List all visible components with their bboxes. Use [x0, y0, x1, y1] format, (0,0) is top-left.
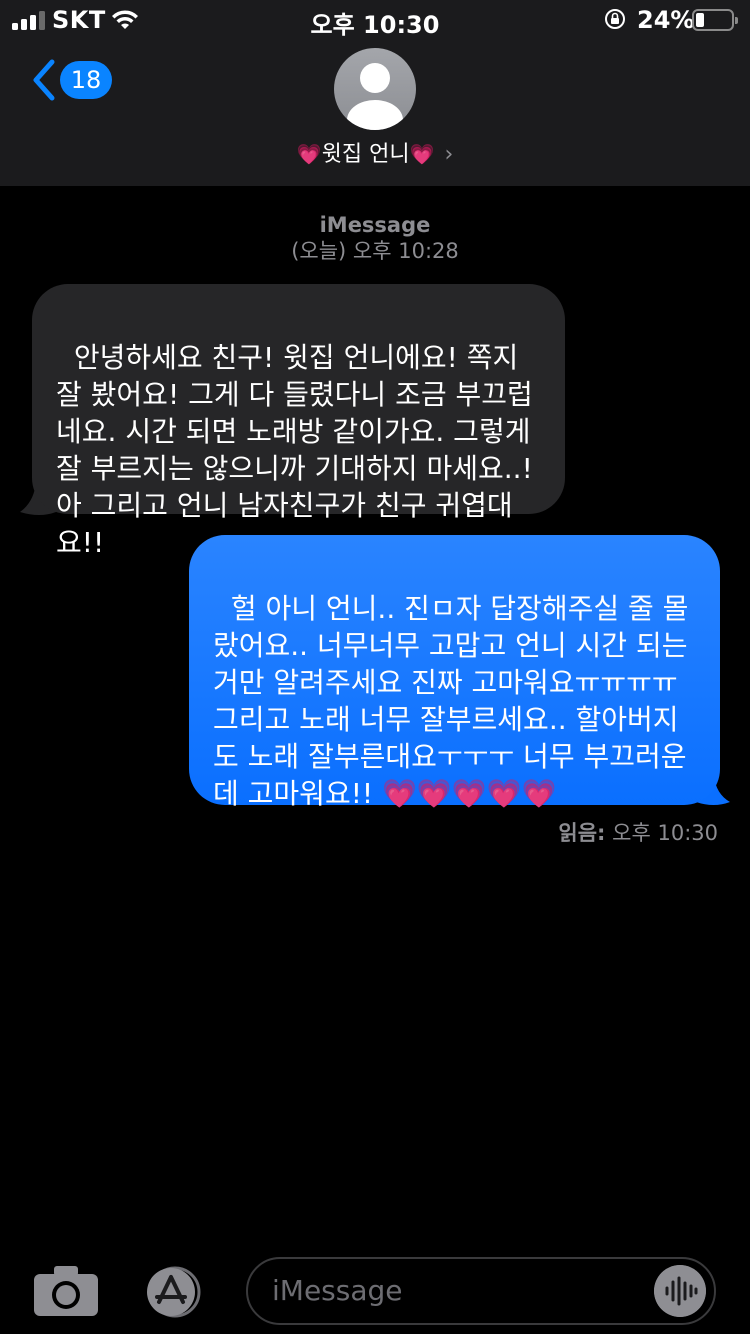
status-bar: SKT 오후 10:30 24%	[0, 0, 750, 40]
camera-icon[interactable]	[34, 1266, 98, 1316]
message-input[interactable]: iMessage	[246, 1257, 716, 1325]
battery-icon	[692, 9, 738, 31]
battery-percent: 24%	[637, 6, 695, 34]
chevron-right-icon: ›	[444, 142, 454, 167]
service-label: iMessage	[319, 213, 431, 237]
heart-emoji: 💗	[409, 142, 435, 166]
battery-level	[696, 13, 704, 27]
contact-avatar[interactable]	[334, 48, 416, 130]
message-input-placeholder: iMessage	[272, 1274, 403, 1307]
contact-name-text: 윗집 언니	[321, 142, 410, 167]
outgoing-message-bubble[interactable]: 헐 아니 언니.. 진ㅁ자 답장해주실 줄 몰랐어요.. 너무너무 고맙고 언니…	[189, 535, 720, 810]
incoming-message-bubble[interactable]: 안녕하세요 친구! 윗집 언니에요! 쪽지 잘 봤어요! 그게 다 들렸다니 조…	[32, 284, 565, 559]
conversation-date: (오늘) 오후 10:28	[291, 239, 459, 263]
orientation-lock-icon	[605, 9, 625, 29]
app-store-icon[interactable]	[141, 1266, 211, 1318]
audio-waveform-icon[interactable]	[654, 1265, 706, 1317]
top-bar: SKT 오후 10:30 24% 18 💗윗집 언니💗 ›	[0, 0, 750, 186]
read-receipt-time: 오후 10:30	[612, 821, 718, 845]
read-receipt: 읽음: 오후 10:30	[558, 817, 718, 847]
contact-name[interactable]: 💗윗집 언니💗 ›	[0, 136, 750, 168]
conversation-header: iMessage (오늘) 오후 10:28	[0, 212, 750, 264]
heart-emoji: 💗	[296, 142, 322, 166]
unread-count-badge: 18	[60, 61, 112, 99]
heart-emojis: 💗💗💗💗💗	[382, 777, 557, 810]
back-button[interactable]: 18	[30, 58, 116, 102]
read-receipt-label: 읽음:	[558, 821, 606, 845]
chevron-left-icon	[33, 59, 55, 101]
message-text: 안녕하세요 친구! 윗집 언니에요! 쪽지 잘 봤어요! 그게 다 들렸다니 조…	[56, 341, 542, 559]
